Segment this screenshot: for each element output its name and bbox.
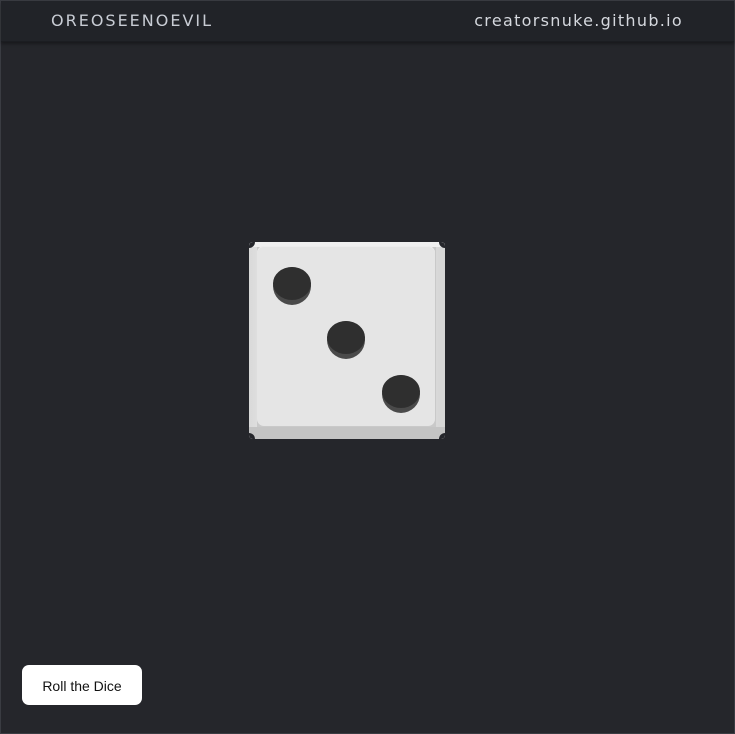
top-bar: OREOSEENOEVIL creatorsnuke.github.io (1, 1, 734, 42)
die-pip-icon (273, 267, 311, 305)
die-corner (249, 242, 255, 248)
die-pip-icon (327, 321, 365, 359)
brand-title: OREOSEENOEVIL (51, 11, 214, 30)
site-domain: creatorsnuke.github.io (474, 11, 683, 30)
die-corner (439, 242, 445, 248)
die-corner (439, 433, 445, 439)
dice (249, 242, 445, 439)
dice-page: OREOSEENOEVIL creatorsnuke.github.io Rol… (0, 0, 735, 734)
die-pip-icon (382, 375, 420, 413)
roll-dice-button[interactable]: Roll the Dice (22, 665, 142, 705)
die-body (249, 242, 445, 439)
die-bottom-edge (249, 427, 445, 439)
